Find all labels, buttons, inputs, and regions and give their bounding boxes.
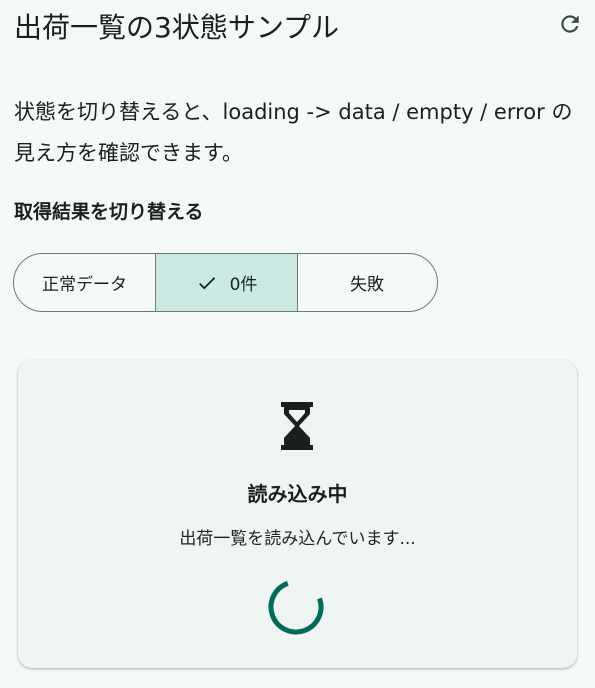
segment-label: 正常データ [42, 275, 127, 295]
result-segmented-control: 正常データ 0件 失敗 [13, 253, 438, 312]
description-text: 状態を切り替えると、loading -> data / empty / erro… [14, 100, 573, 165]
segment-label: 0件 [229, 275, 258, 295]
refresh-icon [561, 15, 579, 33]
status-message: 出荷一覧を読み込んでいます... [179, 529, 416, 549]
page-title: 出荷一覧の3状態サンプル [14, 11, 339, 44]
refresh-button[interactable] [550, 4, 590, 44]
segment-zero-items[interactable]: 0件 [155, 254, 297, 311]
status-title: 読み込み中 [247, 482, 348, 506]
loading-spinner [268, 579, 324, 635]
segment-failure[interactable]: 失敗 [297, 254, 436, 311]
segment-normal-data[interactable]: 正常データ [14, 254, 155, 311]
result-selector-label: 取得結果を切り替える [14, 201, 204, 223]
status-card: 読み込み中 出荷一覧を読み込んでいます... [18, 360, 577, 668]
check-icon [196, 272, 218, 294]
segment-label: 失敗 [350, 275, 384, 295]
hourglass-icon [281, 402, 313, 450]
app-bar: 出荷一覧の3状態サンプル [0, 0, 595, 56]
